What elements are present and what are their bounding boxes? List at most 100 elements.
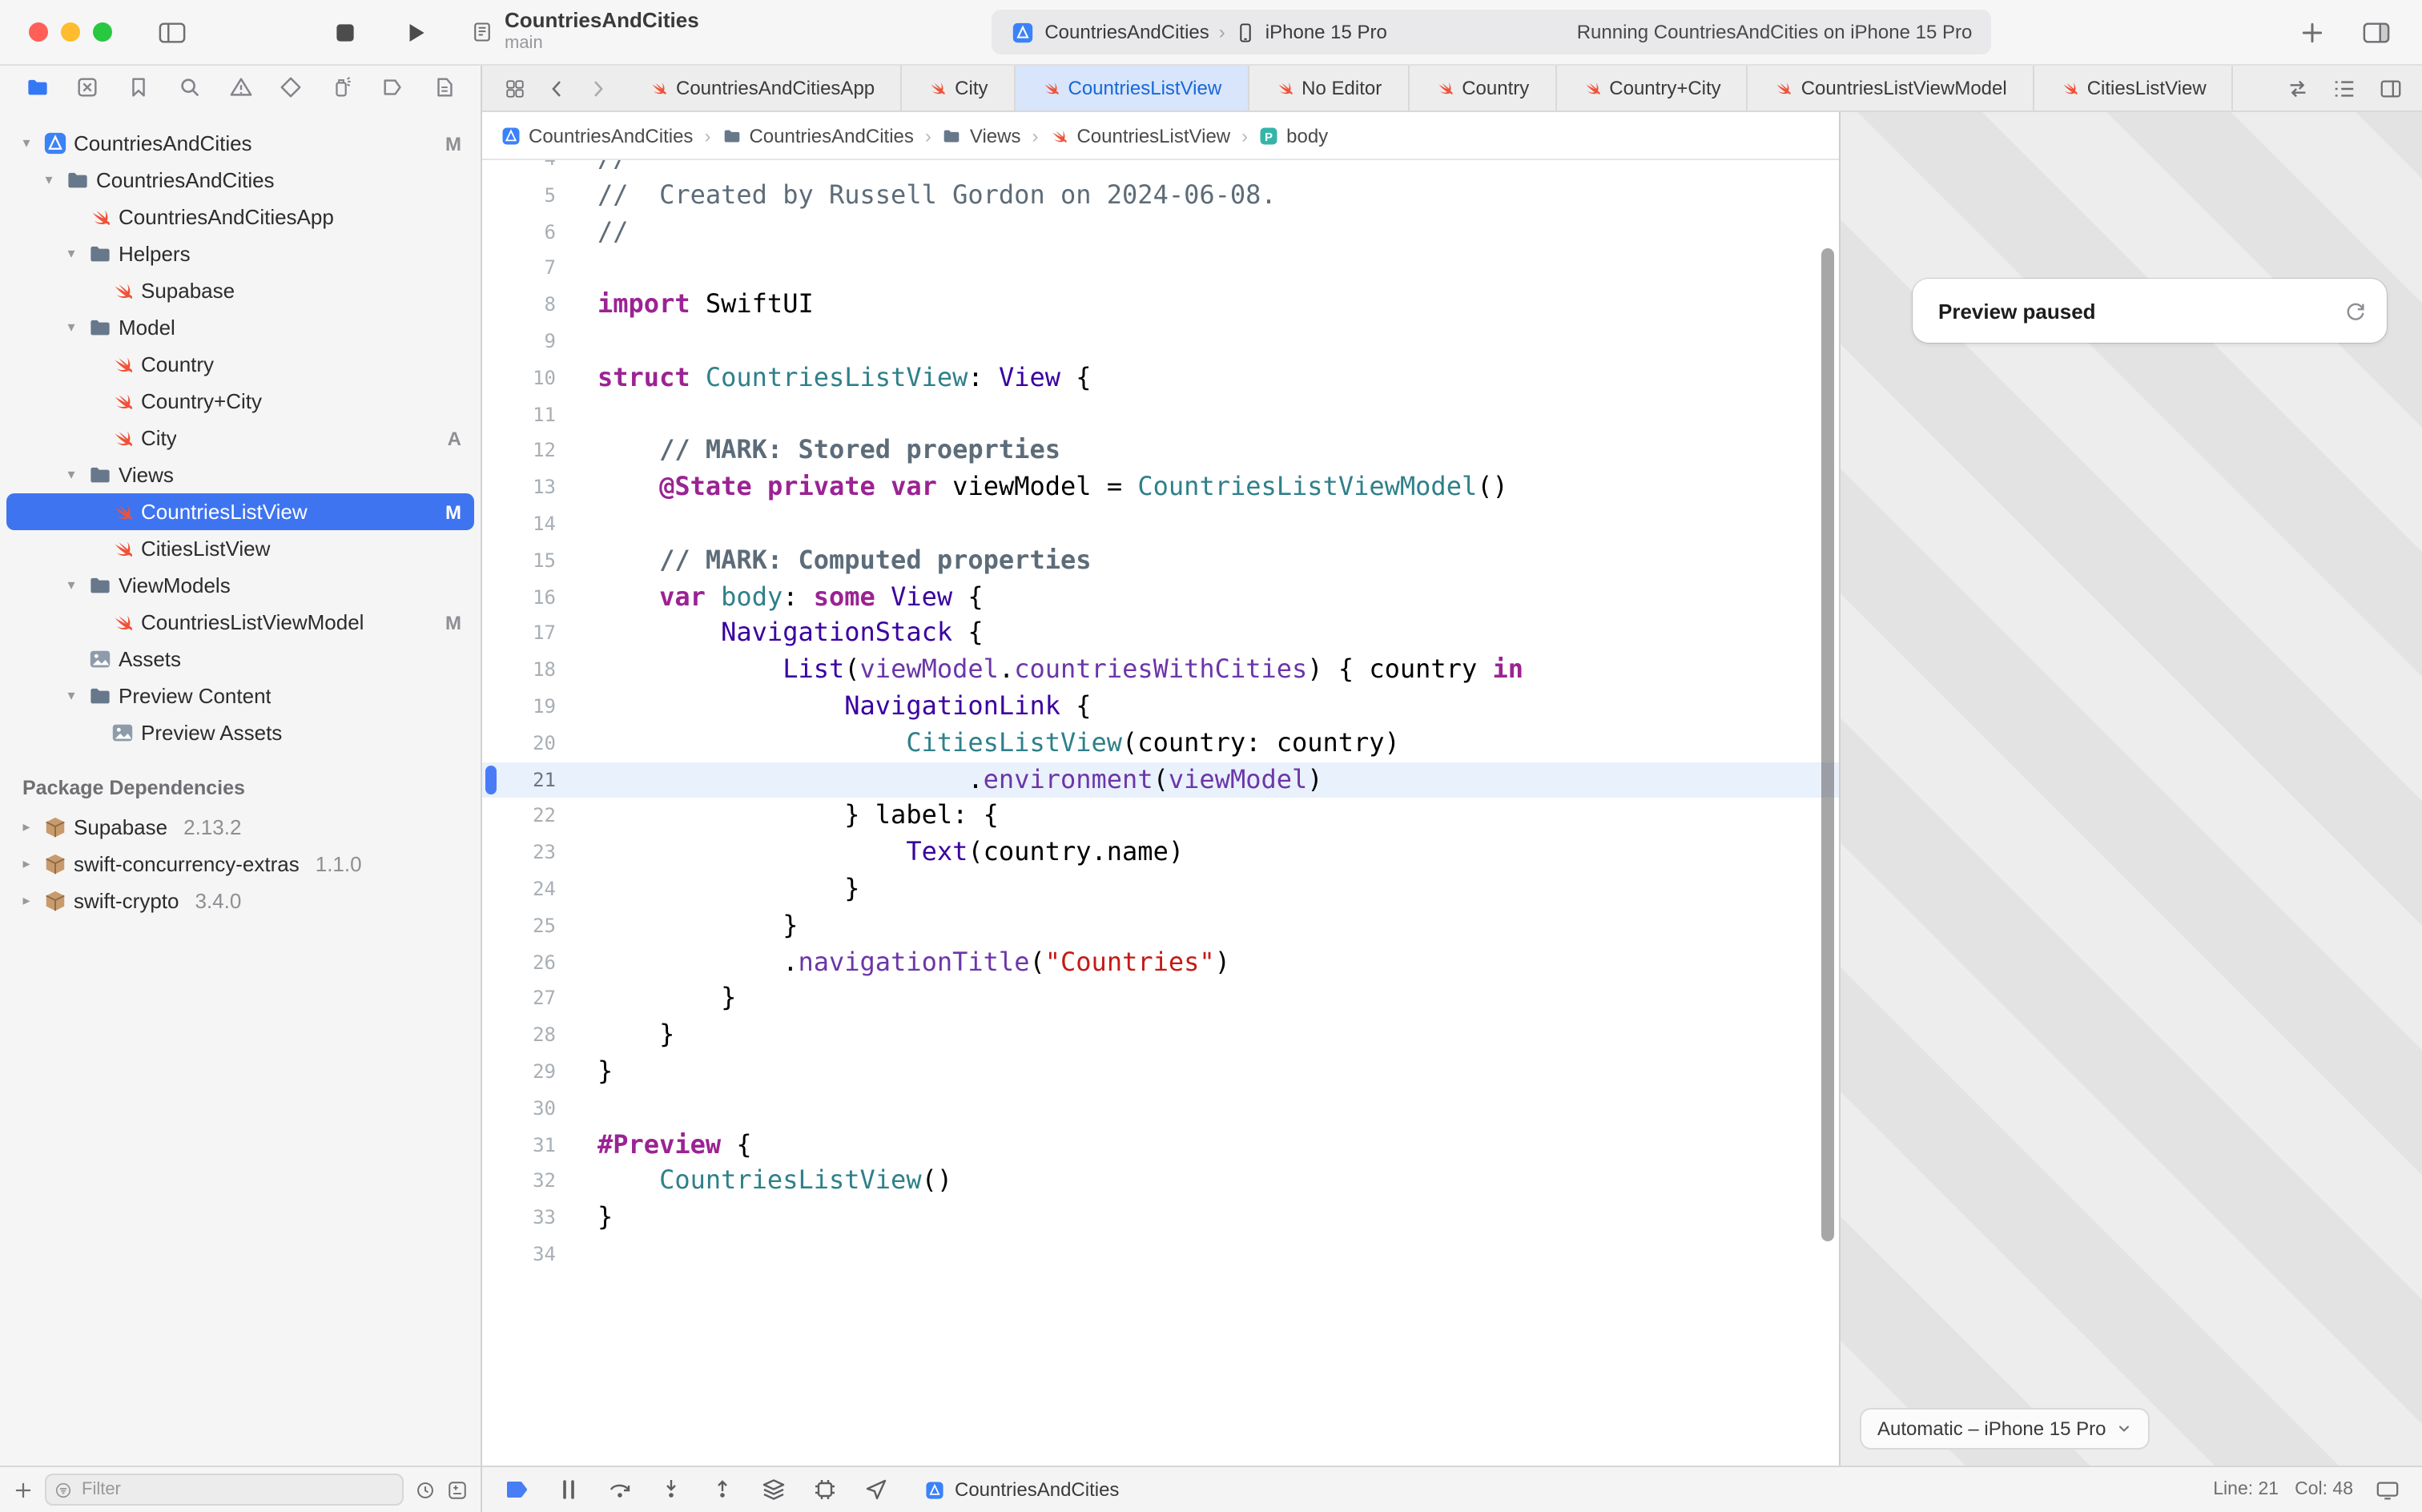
code-editor[interactable]: 4 // 5 // Created by Russell Gordon on 2…: [482, 160, 1839, 1466]
toggle-navigator-icon[interactable]: [154, 14, 189, 50]
debug-navigator-icon[interactable]: [326, 71, 358, 103]
breakpoints-toggle-icon[interactable]: [505, 1477, 530, 1502]
recent-files-icon[interactable]: [415, 1479, 436, 1500]
issues-navigator-icon[interactable]: [224, 71, 256, 103]
stop-button[interactable]: [327, 14, 362, 50]
code-line[interactable]: 21 .environment(viewModel): [482, 762, 1839, 798]
step-out-icon[interactable]: [710, 1477, 735, 1502]
code-line[interactable]: 14: [482, 506, 1839, 543]
sidebar-tree-row[interactable]: ▾ Model: [6, 309, 474, 346]
editor-options-icon[interactable]: [2332, 76, 2356, 100]
sidebar-tree-row[interactable]: City A: [6, 420, 474, 456]
sidebar-tree-row[interactable]: ▸ swift-concurrency-extras1.1.0: [6, 846, 474, 883]
sidebar-tree-row[interactable]: ▾ Views: [6, 456, 474, 493]
jump-bar-item[interactable]: CountriesListView: [1049, 124, 1230, 147]
add-tab-button[interactable]: [2294, 14, 2329, 50]
project-navigator-icon[interactable]: [21, 71, 53, 103]
sidebar-tree-row[interactable]: ▾ Preview Content: [6, 678, 474, 714]
sidebar-tree-row[interactable]: ▾ ViewModels: [6, 567, 474, 604]
code-line[interactable]: 15 // MARK: Computed properties: [482, 543, 1839, 580]
code-line[interactable]: 7: [482, 251, 1839, 288]
code-line[interactable]: 30: [482, 1090, 1839, 1127]
code-line[interactable]: 26 .navigationTitle("Countries"): [482, 944, 1839, 981]
code-line[interactable]: 9: [482, 324, 1839, 360]
display-icon[interactable]: [2376, 1478, 2400, 1502]
sidebar-tree-row[interactable]: ▾ CountriesAndCities: [6, 162, 474, 199]
disclosure-chevron[interactable]: ▾: [61, 245, 82, 263]
jump-bar-item[interactable]: CountriesAndCities: [722, 124, 913, 147]
editor-tab[interactable]: CountriesAndCitiesApp: [623, 66, 902, 111]
back-icon[interactable]: [537, 66, 575, 111]
editor-tab[interactable]: CountriesListViewModel: [1748, 66, 2034, 111]
code-line[interactable]: 32 CountriesListView(): [482, 1164, 1839, 1200]
tests-navigator-icon[interactable]: [276, 71, 308, 103]
resume-preview-icon[interactable]: [2344, 299, 2368, 323]
sidebar-tree-row[interactable]: CountriesListViewModel M: [6, 604, 474, 641]
sidebar-tree-row[interactable]: ▾ CountriesAndCities M: [6, 125, 474, 162]
sidebar-tree-row[interactable]: ▾ Helpers: [6, 235, 474, 272]
sidebar-tree-row[interactable]: Preview Assets: [6, 714, 474, 751]
code-line[interactable]: 19 NavigationLink {: [482, 689, 1839, 726]
toggle-inspector-icon[interactable]: [2358, 14, 2393, 50]
code-line[interactable]: 5 // Created by Russell Gordon on 2024-0…: [482, 178, 1839, 215]
close-window-button[interactable]: [29, 22, 48, 42]
code-line[interactable]: 12 // MARK: Stored proeprties: [482, 433, 1839, 470]
code-line[interactable]: 31 #Preview {: [482, 1127, 1839, 1164]
destination-app-name[interactable]: CountriesAndCities: [1044, 21, 1209, 43]
code-line[interactable]: 24 }: [482, 871, 1839, 908]
simulate-location-icon[interactable]: [863, 1477, 889, 1502]
code-line[interactable]: 17 NavigationStack {: [482, 616, 1839, 653]
editor-tab[interactable]: Country+City: [1556, 66, 1748, 111]
editor-tab[interactable]: Country: [1409, 66, 1556, 111]
code-line[interactable]: 34: [482, 1237, 1839, 1273]
scm-status-filter-icon[interactable]: [447, 1479, 468, 1500]
disclosure-chevron[interactable]: ▾: [61, 687, 82, 705]
sidebar-tree-row[interactable]: ▸ Supabase2.13.2: [6, 809, 474, 846]
sidebar-tree-row[interactable]: CountriesListView M: [6, 493, 474, 530]
jump-bar-item[interactable]: Views: [943, 124, 1021, 147]
add-editor-icon[interactable]: [2379, 76, 2403, 100]
jump-bar-item[interactable]: P body: [1259, 124, 1328, 147]
code-review-icon[interactable]: [2286, 76, 2310, 100]
disclosure-chevron[interactable]: ▾: [61, 319, 82, 336]
reports-navigator-icon[interactable]: [428, 71, 460, 103]
code-line[interactable]: 11: [482, 396, 1839, 433]
editor-tab[interactable]: CitiesListView: [2034, 66, 2234, 111]
disclosure-chevron[interactable]: ▾: [61, 466, 82, 484]
add-file-button[interactable]: [13, 1479, 34, 1500]
sidebar-tree-row[interactable]: Supabase: [6, 272, 474, 309]
related-items-grid-icon[interactable]: [495, 66, 533, 111]
sidebar-tree-row[interactable]: Country+City: [6, 383, 474, 420]
pause-execution-icon[interactable]: [556, 1477, 581, 1502]
code-line[interactable]: 4 //: [482, 160, 1839, 178]
forward-icon[interactable]: [578, 66, 617, 111]
preview-device-selector[interactable]: Automatic – iPhone 15 Pro: [1860, 1408, 2150, 1450]
editor-tab[interactable]: CountriesListView: [1016, 66, 1249, 111]
code-line[interactable]: 16 var body: some View {: [482, 579, 1839, 616]
sidebar-tree-row[interactable]: CountriesAndCitiesApp: [6, 199, 474, 235]
breakpoints-navigator-icon[interactable]: [377, 71, 409, 103]
code-line[interactable]: 20 CitiesListView(country: country): [482, 726, 1839, 762]
memory-graph-icon[interactable]: [812, 1477, 838, 1502]
code-line[interactable]: 33 }: [482, 1200, 1839, 1237]
running-process[interactable]: CountriesAndCities: [924, 1478, 1119, 1501]
code-line[interactable]: 6 //: [482, 214, 1839, 251]
editor-tab[interactable]: City: [902, 66, 1015, 111]
sidebar-tree-row[interactable]: ▸ swift-crypto3.4.0: [6, 883, 474, 919]
editor-tab[interactable]: No Editor: [1249, 66, 1409, 111]
code-line[interactable]: 29 }: [482, 1054, 1839, 1091]
code-line[interactable]: 23 Text(country.name): [482, 834, 1839, 871]
run-destination-bar[interactable]: CountriesAndCities › iPhone 15 Pro Runni…: [992, 10, 1991, 54]
code-line[interactable]: 25 }: [482, 907, 1839, 944]
step-over-icon[interactable]: [607, 1477, 633, 1502]
sidebar-tree-row[interactable]: Assets: [6, 641, 474, 678]
code-line[interactable]: 28 }: [482, 1017, 1839, 1054]
code-line[interactable]: 8 import SwiftUI: [482, 287, 1839, 324]
find-navigator-icon[interactable]: [174, 71, 206, 103]
sidebar-tree-row[interactable]: Country: [6, 346, 474, 383]
zoom-window-button[interactable]: [93, 22, 112, 42]
step-into-icon[interactable]: [658, 1477, 684, 1502]
filter-field[interactable]: [45, 1474, 404, 1506]
sidebar-tree-row[interactable]: CitiesListView: [6, 530, 474, 567]
source-control-navigator-icon[interactable]: [72, 71, 104, 103]
